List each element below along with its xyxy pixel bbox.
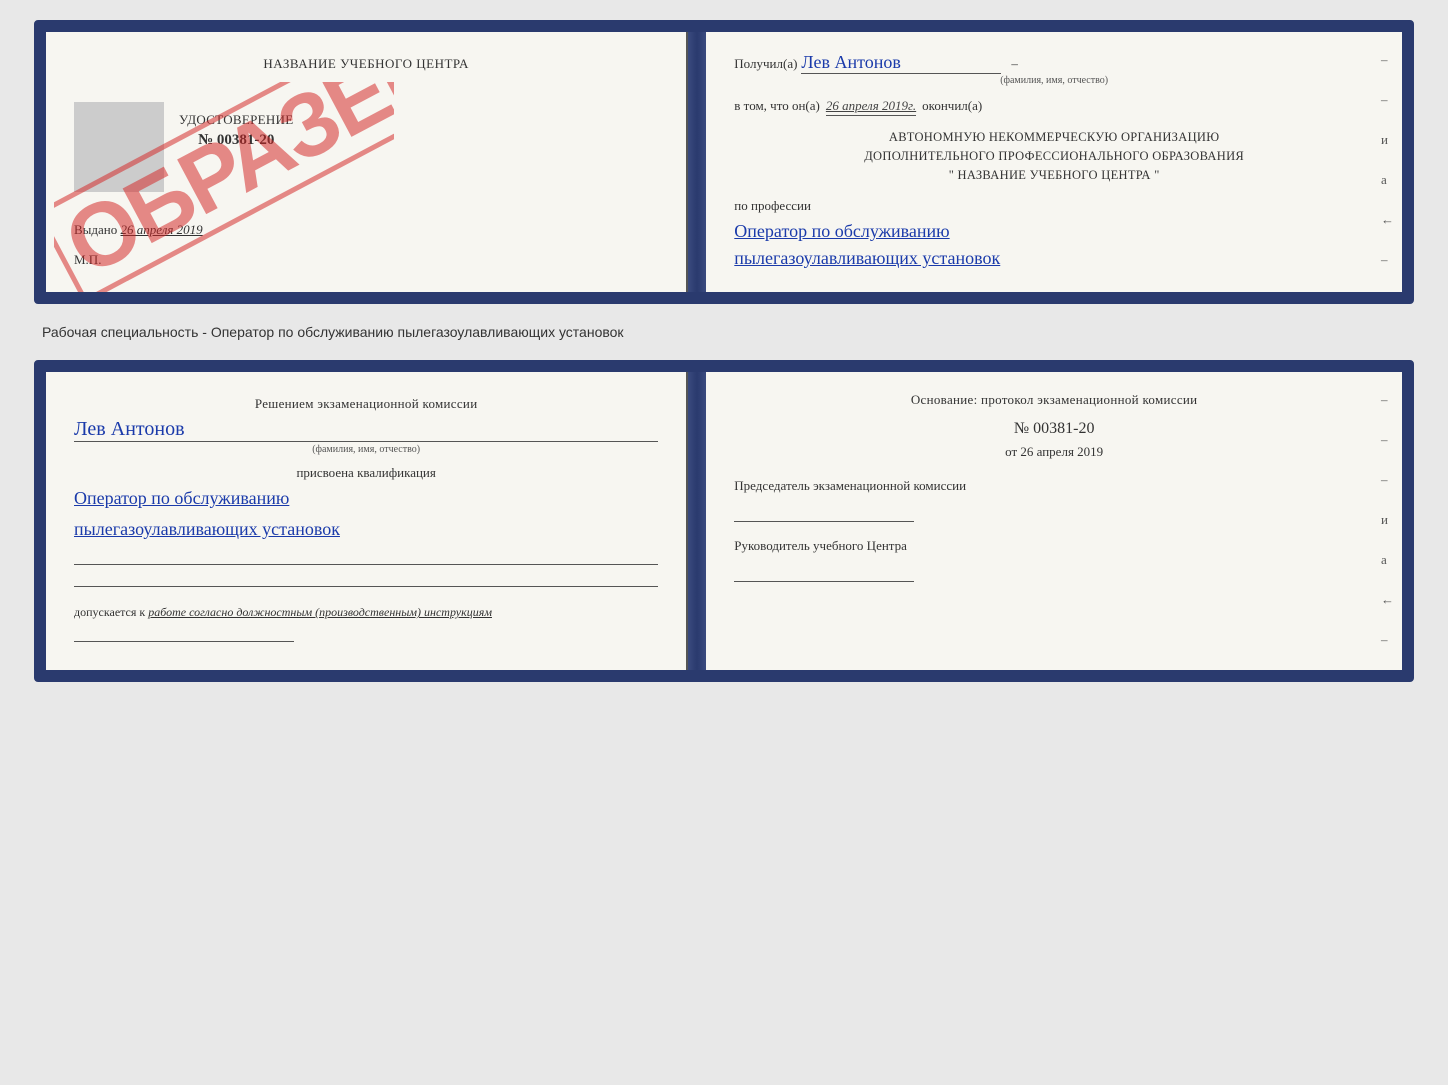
mp-line: М.П. [74,252,658,268]
top-doc-left: НАЗВАНИЕ УЧЕБНОГО ЦЕНТРА УДОСТОВЕРЕНИЕ №… [46,32,688,292]
ot-prefix: от [1005,444,1017,459]
rukovoditel-line [734,560,914,582]
udostoverenie-title: УДОСТОВЕРЕНИЕ [179,112,294,128]
blank-line-1 [74,547,658,565]
komissia-title: Решением экзаменационной комиссии [74,396,658,412]
okonchil-label: окончил(а) [922,98,982,114]
vydano-line: Выдано 26 апреля 2019 [74,222,658,238]
poluchil-row: Получил(а) Лев Антонов – (фамилия, имя, … [734,52,1374,86]
spine [688,32,706,292]
udostoverenie-block: УДОСТОВЕРЕНИЕ № 00381-20 [179,112,294,149]
b-dash-8: – [1381,672,1394,682]
vtom-line: в том, что он(а) 26 апреля 2019г. окончи… [734,98,1374,116]
stamp-area: УДОСТОВЕРЕНИЕ № 00381-20 ОБРАЗЕЦ [74,102,658,212]
dash-2: – [1381,92,1394,108]
dopuskaetsya-label: допускается к [74,605,145,619]
udostoverenie-number: № 00381-20 [179,132,294,149]
fio-subtitle: (фамилия, имя, отчество) [734,75,1374,86]
org-line2: ДОПОЛНИТЕЛЬНОГО ПРОФЕССИОНАЛЬНОГО ОБРАЗО… [734,147,1374,166]
b-dash-7: – [1381,632,1394,648]
top-document: НАЗВАНИЕ УЧЕБНОГО ЦЕНТРА УДОСТОВЕРЕНИЕ №… [34,20,1414,304]
dash-3: и [1381,132,1394,148]
dash-5: ← [1381,212,1394,228]
org-name-suffix: " [1154,168,1159,182]
bottom-spine [688,372,706,670]
predsedatel-label: Председатель экзаменационной комиссии [734,478,966,493]
middle-text: Рабочая специальность - Оператор по обсл… [34,320,1414,344]
dopuskaetsya-value: работе согласно должностным (производств… [148,605,492,619]
profession-line2: пылегазоулавливающих установок [734,245,1374,272]
top-left-title: НАЗВАНИЕ УЧЕБНОГО ЦЕНТРА [74,56,658,72]
predsedatel-block: Председатель экзаменационной комиссии [734,478,1374,522]
rukovoditel-label: Руководитель учебного Центра [734,538,907,553]
vydano-label: Выдано [74,222,117,237]
dash-7: – [1381,292,1394,304]
bottom-right-dashes: – – – и а ← – – – – [1381,372,1394,670]
org-line1: АВТОНОМНУЮ НЕКОММЕРЧЕСКУЮ ОРГАНИЗАЦИЮ [734,128,1374,147]
ot-date: от 26 апреля 2019 [734,444,1374,460]
rukovoditel-block: Руководитель учебного Центра [734,538,1374,582]
qualification-line1: Оператор по обслуживанию [74,485,658,512]
bottom-document: Решением экзаменационной комиссии Лев Ан… [34,360,1414,682]
b-dash-5: а [1381,552,1394,568]
protokol-number: № 00381-20 [734,420,1374,438]
vtom-label: в том, что он(а) [734,98,820,114]
b-dash-3: – [1381,472,1394,488]
right-dashes: – – и а ← – – – – [1381,32,1394,292]
org-name-prefix: " [949,168,954,182]
stamp-placeholder [74,102,164,192]
ot-date-value: 26 апреля 2019 [1020,444,1103,459]
prisvoena-label: присвоена квалификация [74,465,658,481]
poluchil-value: Лев Антонов [801,52,1001,74]
bottom-doc-right: – – – и а ← – – – – Основание: протокол … [706,372,1402,670]
b-dash-1: – [1381,392,1394,408]
osnov-label: Основание: протокол экзаменационной коми… [734,392,1374,408]
bottom-doc-left: Решением экзаменационной комиссии Лев Ан… [46,372,688,670]
dash-1: – [1381,52,1394,68]
dash-4: а [1381,172,1394,188]
org-name-line: " НАЗВАНИЕ УЧЕБНОГО ЦЕНТРА " [734,166,1374,185]
blank-line-2 [74,569,658,587]
blank-line-3 [74,624,294,642]
profession-line1: Оператор по обслуживанию [734,218,1374,245]
po-professii-label: по профессии [734,198,1374,214]
top-doc-right: – – и а ← – – – – Получил(а) Лев Антонов… [706,32,1402,292]
dash-6: – [1381,252,1394,268]
vtom-date: 26 апреля 2019г. [826,98,916,116]
org-block: АВТОНОМНУЮ НЕКОММЕРЧЕСКУЮ ОРГАНИЗАЦИЮ ДО… [734,128,1374,184]
bottom-name-value: Лев Антонов [74,418,658,442]
qualification-line2: пылегазоулавливающих установок [74,516,658,543]
minus-1: – [1011,56,1018,71]
dopuskaetsya-line: допускается к работе согласно должностны… [74,605,658,620]
org-name: НАЗВАНИЕ УЧЕБНОГО ЦЕНТРА [958,168,1151,182]
b-dash-6: ← [1381,592,1394,608]
b-dash-4: и [1381,512,1394,528]
vydano-date: 26 апреля 2019 [121,222,203,237]
predsedatel-line [734,500,914,522]
bottom-fio-subtitle: (фамилия, имя, отчество) [74,444,658,455]
poluchil-label: Получил(а) [734,56,797,71]
b-dash-2: – [1381,432,1394,448]
